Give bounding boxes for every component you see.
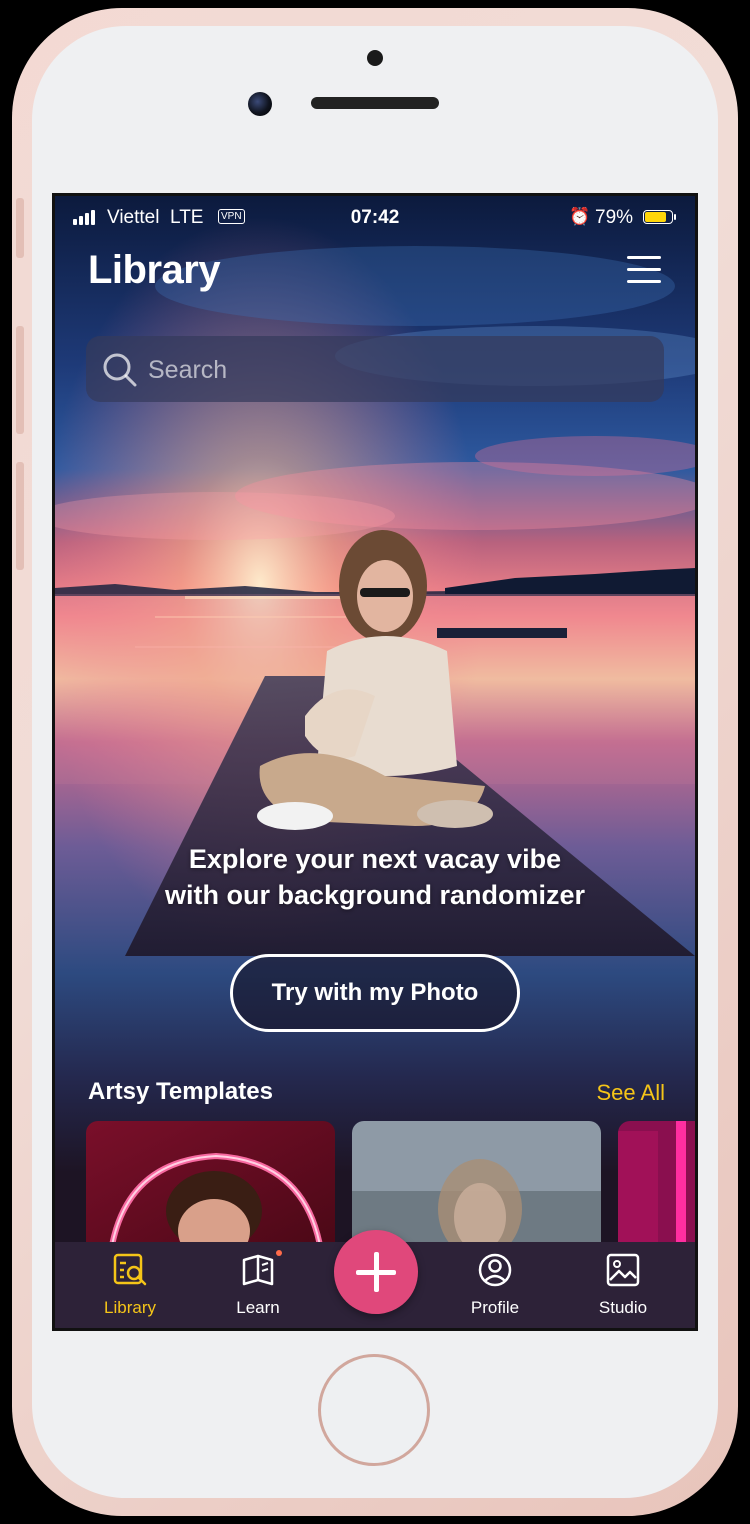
template-card[interactable] xyxy=(86,1121,335,1251)
search-input[interactable] xyxy=(146,336,650,404)
tab-label: Learn xyxy=(236,1298,280,1317)
book-icon xyxy=(242,1254,274,1286)
hero-tagline: Explore your next vacay vibe with our ba… xyxy=(55,841,695,913)
learn-notification-dot xyxy=(276,1250,282,1256)
tab-learn[interactable]: Learn xyxy=(198,1242,318,1328)
earpiece-speaker xyxy=(311,97,439,109)
tab-library[interactable]: Library xyxy=(70,1242,190,1328)
volume-down-button xyxy=(16,462,24,570)
user-circle-icon xyxy=(478,1253,512,1287)
battery-percent: 79% xyxy=(595,207,634,228)
tab-label: Profile xyxy=(470,1298,520,1317)
library-icon xyxy=(113,1253,147,1286)
mute-switch xyxy=(16,198,24,258)
home-button[interactable] xyxy=(318,1354,430,1466)
tab-studio[interactable]: Studio xyxy=(563,1242,683,1328)
hero-tagline-line1: Explore your next vacay vibe xyxy=(188,844,562,874)
template-thumbnail-neon-portrait xyxy=(86,1121,335,1251)
app-screen: Viettel LTE VPN 07:42 ⏰ 79% Library Expl… xyxy=(52,193,698,1331)
search-icon xyxy=(103,353,137,387)
search-bar[interactable] xyxy=(86,336,664,404)
status-bar: Viettel LTE VPN 07:42 ⏰ 79% xyxy=(55,196,695,240)
proximity-sensor xyxy=(367,50,383,66)
battery-icon xyxy=(643,210,676,224)
alarm-clock-icon: ⏰ xyxy=(569,207,591,226)
add-button[interactable] xyxy=(334,1230,418,1314)
image-icon xyxy=(606,1253,640,1287)
tab-profile[interactable]: Profile xyxy=(435,1242,555,1328)
template-thumbnail-pink-neon xyxy=(618,1121,695,1251)
see-all-link[interactable]: See All xyxy=(597,1080,666,1106)
section-title-artsy-templates: Artsy Templates xyxy=(88,1078,273,1105)
volume-up-button xyxy=(16,326,24,434)
try-with-photo-button[interactable]: Try with my Photo xyxy=(230,954,520,1032)
front-camera xyxy=(248,92,272,116)
tab-label: Studio xyxy=(598,1298,648,1317)
hamburger-menu-icon[interactable] xyxy=(627,256,661,286)
template-card[interactable] xyxy=(618,1121,695,1251)
page-title: Library xyxy=(88,248,221,292)
plus-icon xyxy=(374,1252,379,1292)
hero-tagline-line2: with our background randomizer xyxy=(164,880,586,910)
tab-label: Library xyxy=(104,1298,156,1317)
